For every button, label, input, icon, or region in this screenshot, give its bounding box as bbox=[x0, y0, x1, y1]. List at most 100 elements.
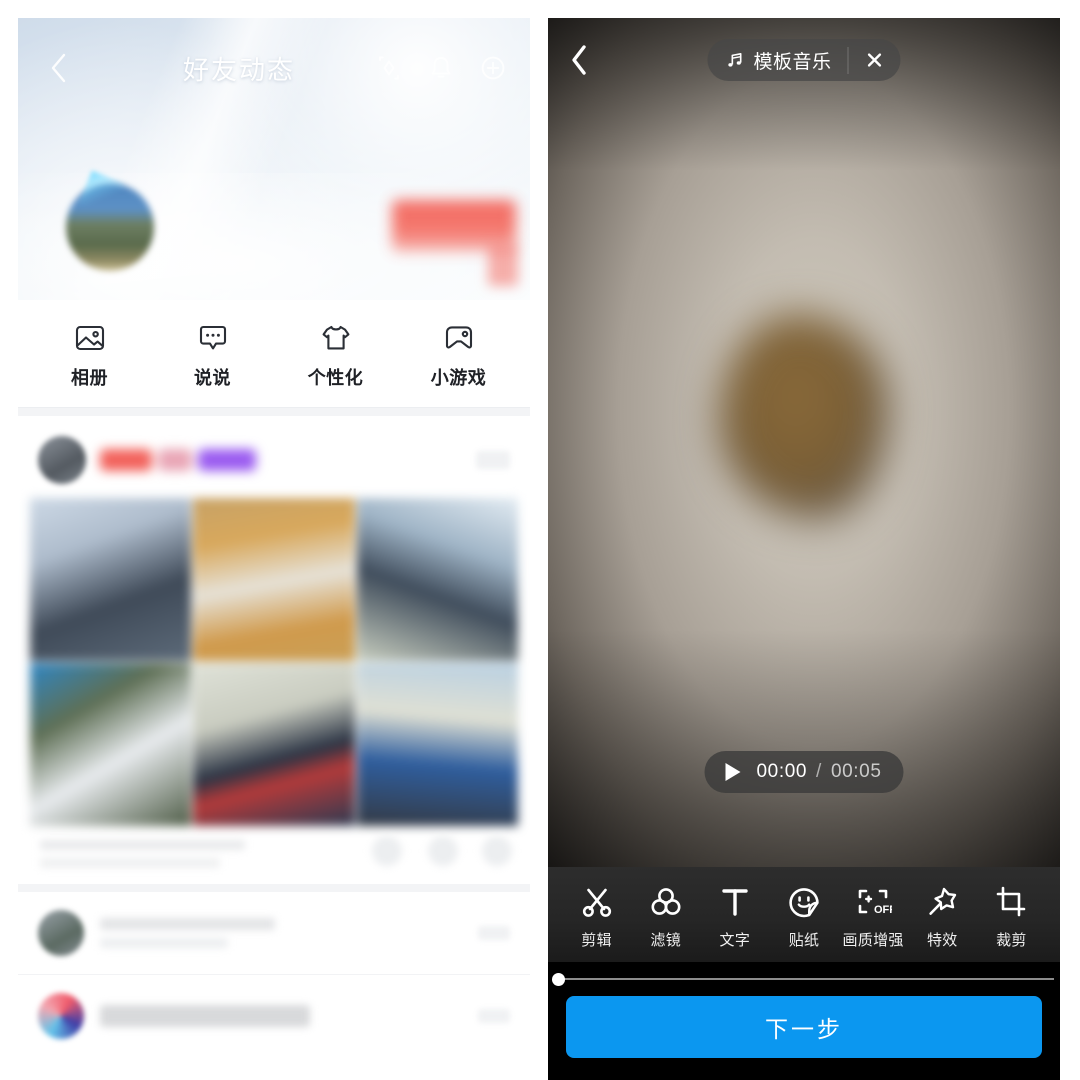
nav-item-album[interactable]: 相册 bbox=[28, 323, 151, 390]
section-divider bbox=[18, 408, 530, 416]
next-step-button[interactable]: 下一步 bbox=[566, 996, 1042, 1058]
qzone-notifications-button[interactable] bbox=[426, 53, 456, 83]
share-button[interactable] bbox=[482, 836, 512, 866]
tshirt-icon bbox=[322, 325, 349, 350]
list-item-text-redacted bbox=[100, 918, 462, 948]
gamepad-icon bbox=[445, 326, 472, 349]
timeline-scrubber[interactable] bbox=[548, 962, 1060, 996]
photo-icon bbox=[75, 325, 104, 351]
bell-icon bbox=[431, 57, 451, 78]
back-button[interactable] bbox=[568, 43, 610, 77]
video-subject-blurred bbox=[719, 314, 889, 520]
section-divider bbox=[18, 884, 530, 892]
feed-post-header bbox=[18, 430, 530, 498]
photo-thumbnail[interactable] bbox=[356, 663, 518, 826]
music-note-icon bbox=[728, 52, 742, 67]
total-duration: 00:05 bbox=[830, 761, 882, 782]
close-icon bbox=[867, 53, 882, 67]
qzone-decorate-button[interactable] bbox=[374, 53, 404, 83]
name-chip bbox=[158, 449, 192, 471]
sticker-face-icon bbox=[789, 888, 819, 918]
avatar[interactable] bbox=[38, 993, 84, 1039]
name-chip bbox=[100, 449, 152, 471]
playback-controls[interactable]: 00:00 / 00:05 bbox=[704, 751, 904, 793]
photo-grid[interactable] bbox=[30, 498, 518, 826]
svg-text:OFF: OFF bbox=[874, 904, 892, 916]
photo-thumbnail[interactable] bbox=[193, 498, 355, 661]
qzone-hero-banner: 好友动态 bbox=[18, 18, 530, 300]
nav-item-shuoshuo[interactable]: 说说 bbox=[151, 323, 274, 390]
back-button[interactable] bbox=[36, 52, 82, 84]
qzone-header: 好友动态 bbox=[18, 18, 530, 118]
list-item-action[interactable] bbox=[478, 926, 510, 940]
editor-toolbar: 剪辑 滤镜 文字 贴纸 OF 画质增强 特效 裁剪 bbox=[548, 867, 1060, 962]
photo-thumbnail[interactable] bbox=[356, 498, 518, 661]
page-title: 好友动态 bbox=[182, 54, 295, 85]
music-remove-button[interactable] bbox=[849, 51, 901, 69]
photo-thumbnail[interactable] bbox=[30, 663, 192, 826]
chevron-left-icon bbox=[51, 53, 66, 83]
tool-enhance[interactable]: OFF 画质增强 bbox=[839, 885, 908, 950]
magic-star-icon bbox=[929, 887, 957, 915]
nav-item-label: 个性化 bbox=[307, 368, 364, 388]
tool-trim[interactable]: 剪辑 bbox=[562, 885, 631, 950]
list-item-action[interactable] bbox=[478, 1009, 510, 1023]
feed-post[interactable] bbox=[18, 416, 530, 884]
photo-thumbnail[interactable] bbox=[30, 498, 192, 661]
name-chip bbox=[198, 449, 256, 471]
text-placeholder bbox=[100, 938, 228, 948]
tool-label: 文字 bbox=[719, 932, 751, 949]
post-location-redacted bbox=[40, 858, 220, 868]
tool-label: 特效 bbox=[926, 932, 958, 949]
next-button-container: 下一步 bbox=[548, 996, 1060, 1080]
video-preview[interactable]: 模板音乐 00:00 / 00:05 bbox=[548, 18, 1060, 867]
comment-button[interactable] bbox=[428, 836, 458, 866]
time-separator: / bbox=[816, 761, 822, 782]
tool-effects[interactable]: 特效 bbox=[908, 885, 977, 950]
text-placeholder bbox=[100, 1005, 310, 1027]
tool-label: 滤镜 bbox=[650, 932, 682, 949]
tool-sticker[interactable]: 贴纸 bbox=[769, 885, 838, 950]
music-selected[interactable]: 模板音乐 bbox=[707, 46, 849, 74]
text-t-icon bbox=[722, 889, 748, 916]
qzone-quick-nav: 相册 说说 个性化 小游戏 bbox=[18, 300, 530, 408]
chevron-left-icon bbox=[572, 45, 586, 75]
list-item[interactable] bbox=[18, 892, 530, 974]
music-pill: 模板音乐 bbox=[707, 39, 901, 81]
tool-label: 画质增强 bbox=[842, 932, 904, 949]
qzone-publish-button[interactable] bbox=[478, 53, 508, 83]
text-placeholder bbox=[100, 918, 275, 930]
current-time: 00:00 bbox=[756, 761, 808, 782]
scissors-icon bbox=[582, 888, 611, 917]
crop-icon bbox=[997, 886, 1026, 917]
tool-label: 剪辑 bbox=[581, 932, 612, 949]
tool-label: 裁剪 bbox=[996, 932, 1027, 949]
post-more-button[interactable] bbox=[476, 451, 510, 469]
video-editor-panel: 模板音乐 00:00 / 00:05 剪辑 滤镜 文字 贴纸 OF 画质增强 特… bbox=[548, 18, 1060, 1080]
avatar[interactable] bbox=[38, 436, 86, 484]
timeline-track bbox=[554, 978, 1054, 980]
video-editor-header: 模板音乐 bbox=[548, 18, 1060, 102]
photo-thumbnail[interactable] bbox=[193, 663, 355, 826]
sparkle-diamond-icon bbox=[379, 56, 399, 80]
nav-item-label: 小游戏 bbox=[430, 368, 487, 388]
post-timestamp-redacted bbox=[40, 840, 245, 850]
tool-filter[interactable]: 滤镜 bbox=[631, 885, 700, 950]
plus-circle-icon bbox=[481, 56, 505, 80]
timeline-handle[interactable] bbox=[552, 972, 565, 986]
hero-badge-secondary-redacted bbox=[488, 244, 518, 286]
nav-item-minigames[interactable]: 小游戏 bbox=[397, 323, 520, 390]
list-item[interactable] bbox=[18, 974, 530, 1057]
like-button[interactable] bbox=[372, 836, 402, 866]
username-redacted bbox=[100, 449, 256, 471]
nav-item-personalize[interactable]: 个性化 bbox=[274, 323, 397, 390]
avatar[interactable] bbox=[38, 910, 84, 956]
tool-text[interactable]: 文字 bbox=[700, 885, 769, 950]
list-item-text-redacted bbox=[100, 1005, 462, 1027]
tool-crop[interactable]: 裁剪 bbox=[977, 885, 1046, 950]
filter-circles-icon bbox=[651, 888, 681, 915]
enhance-off-icon: OFF bbox=[858, 889, 892, 916]
tool-label: 贴纸 bbox=[788, 932, 820, 949]
play-icon[interactable] bbox=[723, 761, 743, 783]
speech-bubble-icon bbox=[199, 325, 226, 350]
